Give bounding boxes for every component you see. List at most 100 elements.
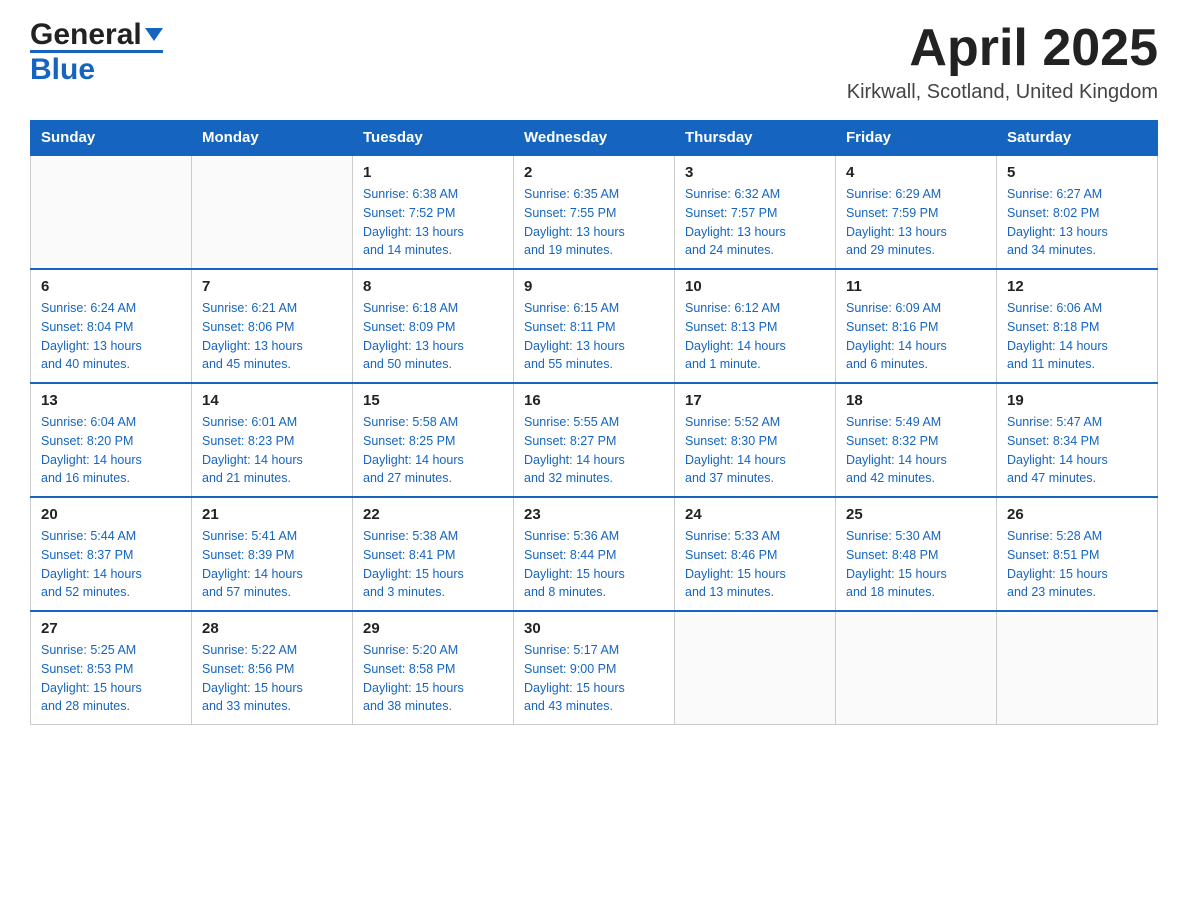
logo: General Blue [30,20,163,85]
table-row: 21Sunrise: 5:41 AM Sunset: 8:39 PM Dayli… [192,497,353,611]
day-info: Sunrise: 5:44 AM Sunset: 8:37 PM Dayligh… [41,527,181,602]
day-number: 20 [41,506,181,523]
table-row: 27 Sunrise: 5:25 AM Sunset: 8:53 PM Dayli… [31,611,192,725]
day-number: 8 [363,278,503,295]
day-info: Sunrise: 5:22 AM Sunset: 8:56 PM Dayligh… [202,641,342,716]
col-tuesday: Tuesday [353,121,514,156]
month-title: April 2025 [847,20,1158,77]
day-number: 28 [202,620,342,637]
day-info: Sunrise: 6:18 AM Sunset: 8:09 PM Dayligh… [363,299,503,374]
table-row [192,155,353,269]
calendar-week-row: 6 Sunrise: 6:24 AM Sunset: 8:04 PM Daylig… [31,269,1158,383]
day-number: 3 [685,164,825,181]
day-number: 4 [846,164,986,181]
day-info: Sunrise: 6:21 AM Sunset: 8:06 PM Dayligh… [202,299,342,374]
day-info: Sunrise: 6:32 AM Sunset: 7:57 PM Dayligh… [685,185,825,260]
day-info: Sunrise: 5:47 AM Sunset: 8:34 PM Dayligh… [1007,413,1147,488]
day-info: Sunrise: 6:09 AM Sunset: 8:16 PM Dayligh… [846,299,986,374]
table-row: 28 Sunrise: 5:22 AM Sunset: 8:56 PM Dayli… [192,611,353,725]
day-number: 15 [363,392,503,409]
col-monday: Monday [192,121,353,156]
day-info: Sunrise: 5:58 AM Sunset: 8:25 PM Dayligh… [363,413,503,488]
day-number: 14 [202,392,342,409]
table-row: 23 Sunrise: 5:36 AM Sunset: 8:44 PM Dayli… [514,497,675,611]
day-number: 5 [1007,164,1147,181]
day-number: 16 [524,392,664,409]
col-saturday: Saturday [997,121,1158,156]
table-row: 6 Sunrise: 6:24 AM Sunset: 8:04 PM Daylig… [31,269,192,383]
col-wednesday: Wednesday [514,121,675,156]
calendar-week-row: 13 Sunrise: 6:04 AM Sunset: 8:20 PM Dayli… [31,383,1158,497]
day-info: Sunrise: 6:24 AM Sunset: 8:04 PM Dayligh… [41,299,181,374]
day-number: 19 [1007,392,1147,409]
day-number: 2 [524,164,664,181]
day-number: 13 [41,392,181,409]
day-info: Sunrise: 5:20 AM Sunset: 8:58 PM Dayligh… [363,641,503,716]
calendar-header-row: Sunday Monday Tuesday Wednesday Thursday… [31,121,1158,156]
day-info: Sunrise: 6:27 AM Sunset: 8:02 PM Dayligh… [1007,185,1147,260]
table-row [997,611,1158,725]
col-friday: Friday [836,121,997,156]
day-number: 23 [524,506,664,523]
table-row [675,611,836,725]
logo-text-general: General [30,20,163,50]
table-row: 17Sunrise: 5:52 AM Sunset: 8:30 PM Dayli… [675,383,836,497]
day-info: Sunrise: 6:04 AM Sunset: 8:20 PM Dayligh… [41,413,181,488]
table-row: 13 Sunrise: 6:04 AM Sunset: 8:20 PM Dayli… [31,383,192,497]
day-info: Sunrise: 5:30 AM Sunset: 8:48 PM Dayligh… [846,527,986,602]
day-number: 24 [685,506,825,523]
day-number: 27 [41,620,181,637]
day-number: 12 [1007,278,1147,295]
table-row: 5 Sunrise: 6:27 AM Sunset: 8:02 PM Daylig… [997,155,1158,269]
table-row: 26 Sunrise: 5:28 AM Sunset: 8:51 PM Dayli… [997,497,1158,611]
day-number: 6 [41,278,181,295]
day-info: Sunrise: 5:33 AM Sunset: 8:46 PM Dayligh… [685,527,825,602]
day-info: Sunrise: 5:36 AM Sunset: 8:44 PM Dayligh… [524,527,664,602]
calendar-week-row: 1 Sunrise: 6:38 AM Sunset: 7:52 PM Daylig… [31,155,1158,269]
day-info: Sunrise: 6:01 AM Sunset: 8:23 PM Dayligh… [202,413,342,488]
table-row: 22Sunrise: 5:38 AM Sunset: 8:41 PM Dayli… [353,497,514,611]
table-row: 3 Sunrise: 6:32 AM Sunset: 7:57 PM Daylig… [675,155,836,269]
day-info: Sunrise: 6:38 AM Sunset: 7:52 PM Dayligh… [363,185,503,260]
location-text: Kirkwall, Scotland, United Kingdom [847,81,1158,104]
table-row: 20 Sunrise: 5:44 AM Sunset: 8:37 PM Dayli… [31,497,192,611]
day-info: Sunrise: 6:12 AM Sunset: 8:13 PM Dayligh… [685,299,825,374]
table-row: 9 Sunrise: 6:15 AM Sunset: 8:11 PM Daylig… [514,269,675,383]
table-row: 18Sunrise: 5:49 AM Sunset: 8:32 PM Dayli… [836,383,997,497]
table-row: 29 Sunrise: 5:20 AM Sunset: 8:58 PM Dayli… [353,611,514,725]
day-info: Sunrise: 6:06 AM Sunset: 8:18 PM Dayligh… [1007,299,1147,374]
day-info: Sunrise: 5:38 AM Sunset: 8:41 PM Dayligh… [363,527,503,602]
calendar-week-row: 27 Sunrise: 5:25 AM Sunset: 8:53 PM Dayli… [31,611,1158,725]
day-number: 26 [1007,506,1147,523]
col-sunday: Sunday [31,121,192,156]
day-number: 29 [363,620,503,637]
table-row: 14 Sunrise: 6:01 AM Sunset: 8:23 PM Dayli… [192,383,353,497]
page-header: General Blue April 2025 Kirkwall, Scotla… [30,20,1158,104]
day-info: Sunrise: 5:17 AM Sunset: 9:00 PM Dayligh… [524,641,664,716]
table-row: 12 Sunrise: 6:06 AM Sunset: 8:18 PM Dayli… [997,269,1158,383]
calendar-week-row: 20 Sunrise: 5:44 AM Sunset: 8:37 PM Dayli… [31,497,1158,611]
table-row: 16Sunrise: 5:55 AM Sunset: 8:27 PM Dayli… [514,383,675,497]
table-row: 10Sunrise: 6:12 AM Sunset: 8:13 PM Dayli… [675,269,836,383]
day-info: Sunrise: 5:25 AM Sunset: 8:53 PM Dayligh… [41,641,181,716]
table-row: 2 Sunrise: 6:35 AM Sunset: 7:55 PM Daylig… [514,155,675,269]
table-row: 11 Sunrise: 6:09 AM Sunset: 8:16 PM Dayli… [836,269,997,383]
day-info: Sunrise: 6:29 AM Sunset: 7:59 PM Dayligh… [846,185,986,260]
day-number: 9 [524,278,664,295]
table-row [836,611,997,725]
table-row: 19 Sunrise: 5:47 AM Sunset: 8:34 PM Dayli… [997,383,1158,497]
day-info: Sunrise: 6:15 AM Sunset: 8:11 PM Dayligh… [524,299,664,374]
day-info: Sunrise: 5:49 AM Sunset: 8:32 PM Dayligh… [846,413,986,488]
title-section: April 2025 Kirkwall, Scotland, United Ki… [847,20,1158,104]
day-number: 25 [846,506,986,523]
table-row: 15 Sunrise: 5:58 AM Sunset: 8:25 PM Dayli… [353,383,514,497]
day-info: Sunrise: 6:35 AM Sunset: 7:55 PM Dayligh… [524,185,664,260]
table-row: 1 Sunrise: 6:38 AM Sunset: 7:52 PM Daylig… [353,155,514,269]
table-row [31,155,192,269]
table-row: 7 Sunrise: 6:21 AM Sunset: 8:06 PM Daylig… [192,269,353,383]
day-number: 1 [363,164,503,181]
day-number: 7 [202,278,342,295]
day-info: Sunrise: 5:28 AM Sunset: 8:51 PM Dayligh… [1007,527,1147,602]
day-number: 17 [685,392,825,409]
day-number: 11 [846,278,986,295]
